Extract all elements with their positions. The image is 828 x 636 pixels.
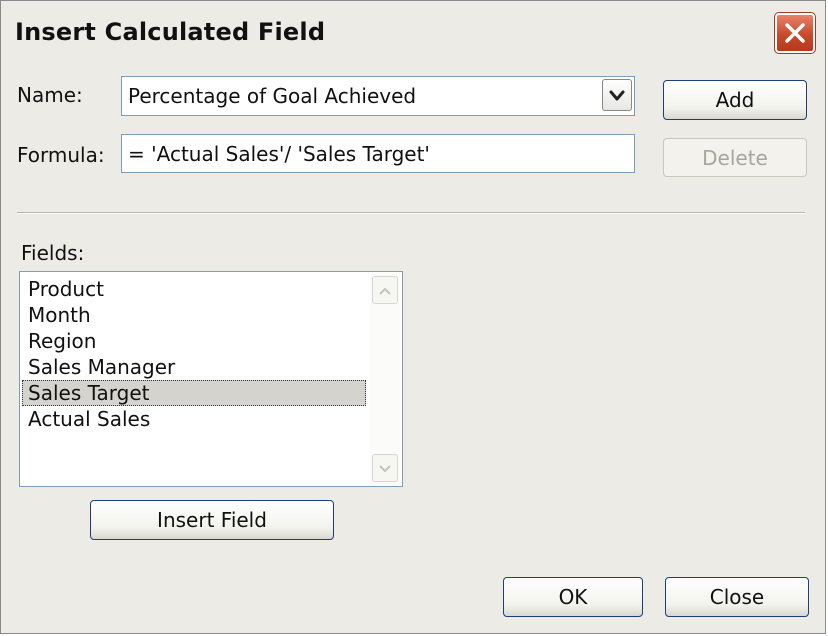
name-value[interactable]: Percentage of Goal Achieved: [128, 84, 416, 108]
formula-value[interactable]: = 'Actual Sales'/ 'Sales Target': [128, 142, 430, 166]
name-combobox[interactable]: Percentage of Goal Achieved: [121, 76, 635, 116]
scroll-down-button[interactable]: [372, 454, 398, 482]
list-item[interactable]: Month: [22, 302, 366, 328]
list-item[interactable]: Actual Sales: [22, 406, 366, 432]
formula-label-text: Formula:: [17, 143, 105, 167]
name-label-text: Name:: [17, 83, 83, 107]
add-button[interactable]: Add: [663, 80, 807, 120]
close-icon: [784, 22, 806, 44]
insert-calculated-field-dialog: Insert Calculated Field Name: Percentage…: [0, 0, 826, 634]
scroll-up-arrow-icon: [378, 281, 392, 300]
list-item[interactable]: Product: [22, 276, 366, 302]
ok-button[interactable]: OK: [503, 577, 643, 617]
title-bar[interactable]: Insert Calculated Field: [1, 1, 825, 63]
divider: [17, 212, 805, 214]
scroll-down-arrow-icon: [378, 459, 392, 478]
name-label: Name:: [17, 83, 83, 107]
close-button[interactable]: Close: [665, 577, 809, 617]
list-item[interactable]: Sales Manager: [22, 354, 366, 380]
window-close-button[interactable]: [774, 12, 816, 54]
delete-button[interactable]: Delete: [663, 138, 807, 177]
vertical-scrollbar[interactable]: [370, 274, 400, 484]
fields-listbox[interactable]: Product Month Region Sales Manager Sales…: [19, 271, 403, 487]
insert-field-button[interactable]: Insert Field: [90, 500, 334, 540]
list-item-selected[interactable]: Sales Target: [22, 380, 366, 406]
formula-label: Formula:: [17, 143, 105, 167]
dialog-title: Insert Calculated Field: [15, 18, 326, 46]
fields-label: Fields:: [21, 241, 85, 265]
name-dropdown-button[interactable]: [602, 79, 632, 111]
fields-list: Product Month Region Sales Manager Sales…: [20, 272, 370, 432]
scroll-up-button[interactable]: [372, 276, 398, 304]
chevron-down-icon: [609, 83, 625, 107]
formula-input[interactable]: = 'Actual Sales'/ 'Sales Target': [121, 134, 635, 173]
list-item[interactable]: Region: [22, 328, 366, 354]
